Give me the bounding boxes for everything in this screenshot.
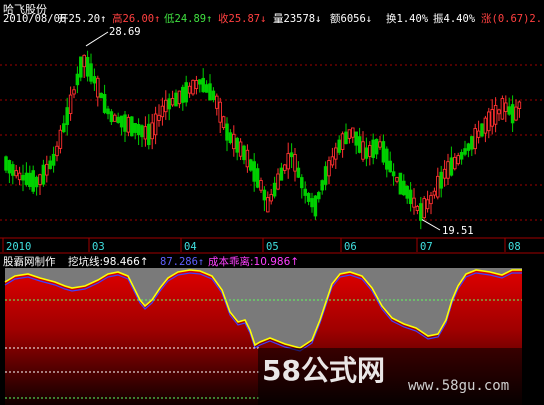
time-label: 07 (420, 241, 433, 253)
header-field-5: 额6056↓ (330, 12, 372, 25)
high-marker-label: 28.69 (109, 26, 141, 38)
indicator-left-margin (0, 268, 5, 405)
stock-chart[interactable]: 哈飞股份 开25.20↑ 高26.00↑ 低24.89↑ 收25.87↓ 量23578↓… (0, 0, 544, 405)
candle (422, 195, 426, 220)
header-fields: 开25.20↑ 高26.00↑ 低24.89↑ 收25.87↓ 量23578↓ 额6056… (3, 12, 542, 25)
time-label: 08 (508, 241, 521, 253)
time-label: 2010 (6, 241, 31, 253)
candle (313, 195, 318, 220)
time-label: 03 (92, 241, 105, 253)
candle (99, 92, 103, 99)
watermark-text: 58公式网 (262, 354, 385, 387)
candle (480, 123, 484, 138)
time-label: 05 (266, 241, 279, 253)
header-field-6: 换1.40% (386, 12, 429, 25)
header-date-text: 2010/08/06 (3, 13, 66, 25)
time-label: 06 (344, 241, 357, 253)
time-label: 04 (184, 241, 197, 253)
candle (500, 95, 505, 120)
header-field-3: 收25.87↓ (218, 12, 266, 25)
header-field-4: 量23578↓ (273, 13, 321, 25)
indicator-title: 股霸网制作 (3, 255, 56, 268)
candle (398, 172, 403, 195)
watermark-url: www.58gu.com (408, 378, 509, 394)
candle (249, 158, 253, 172)
indicator-value-1: 87.286↑ (160, 256, 204, 268)
candle (191, 79, 195, 96)
candle (4, 155, 8, 173)
header-field-1: 高26.00↑ (112, 12, 160, 25)
header-field-2: 低24.89↑ (164, 12, 212, 25)
candle (130, 115, 134, 137)
low-marker-label: 19.51 (442, 225, 474, 237)
candle (221, 115, 226, 130)
price-panel[interactable]: 28.69 19.51 (0, 26, 544, 237)
indicator-value-0: 挖坑线:98.466↑ (68, 255, 149, 268)
indicator-value-2: 成本乖离:10.986↑ (208, 255, 299, 268)
header-field-8: 涨(0.67)2. (481, 13, 542, 25)
header-field-7: 振4.40% (433, 12, 476, 25)
